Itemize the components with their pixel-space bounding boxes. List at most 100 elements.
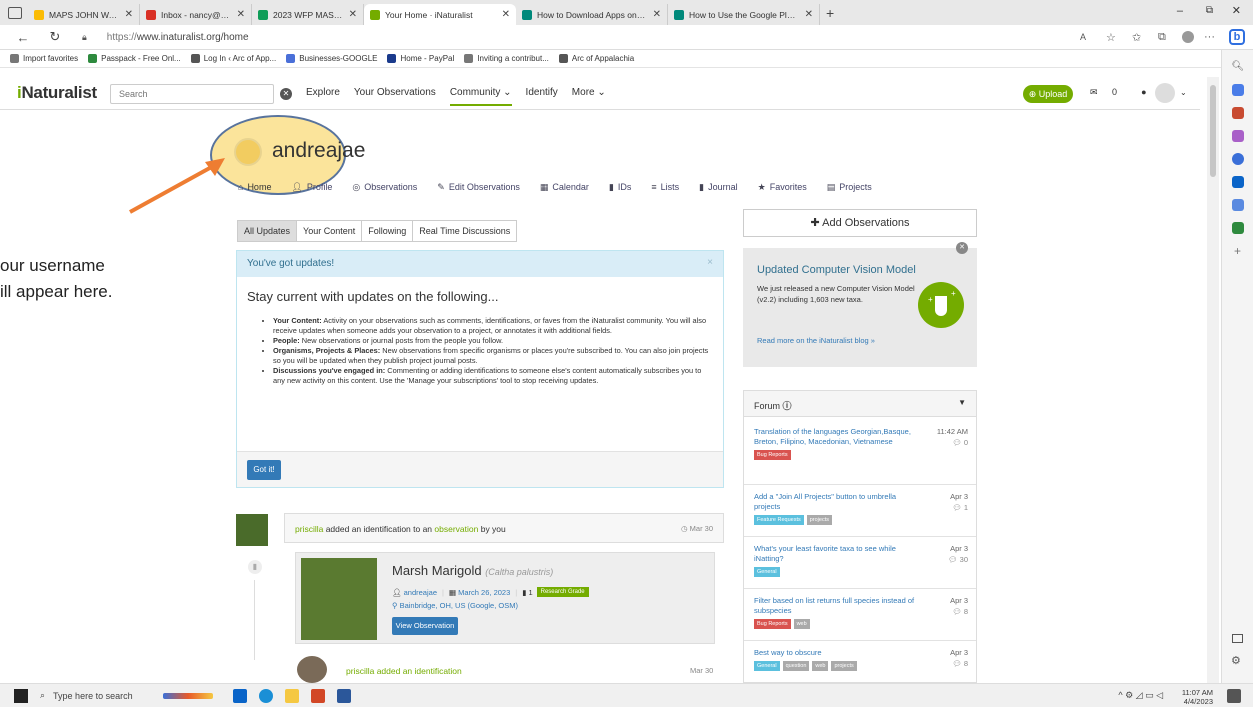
close-announcement-icon[interactable]: ✕ [956,242,968,254]
outlook-icon[interactable] [1231,176,1244,188]
windows-start-icon[interactable] [14,688,28,703]
observation-place[interactable]: ⚲ Bainbridge, OH, US (Google, OSM) [392,601,518,610]
forum-post-title[interactable]: Filter based on list returns full specie… [754,596,924,616]
tab-all-updates[interactable]: All Updates [237,220,298,242]
feed-item-2[interactable]: priscilla added an identification [346,666,462,676]
observation-thumbnail[interactable] [236,514,268,546]
observer-link[interactable]: andreajae [404,588,437,597]
observation-title[interactable]: Marsh Marigold (Caltha palustris) [392,563,553,578]
powerpoint-icon[interactable] [310,688,325,703]
forum-tag[interactable]: projects [831,661,857,671]
tree-icon[interactable] [1231,222,1244,234]
upload-button[interactable]: ⊕ Upload [1023,85,1073,103]
edge-app-icon[interactable] [258,688,273,703]
scrollbar-thumb[interactable] [1210,85,1216,177]
browser-tab[interactable]: How to Download Apps on Andr ✕ [516,4,668,25]
inaturalist-logo[interactable]: iNaturalist [17,83,97,103]
collections-icon[interactable]: ⧉ [1158,31,1166,44]
browser-tab[interactable]: How to Use the Google Play Sto✕ [668,4,820,25]
subnav-favorites[interactable]: ★ Favorites [758,182,807,193]
close-tab-icon[interactable]: ✕ [125,9,133,20]
caret-down-icon[interactable]: ▼ [958,398,966,407]
blog-link[interactable]: Read more on the iNaturalist blog » [757,336,875,345]
subnav-journal[interactable]: ▮ Journal [699,182,737,193]
messages-button[interactable]: ✉ 0 [1090,87,1129,98]
forum-tag[interactable]: Bug Reports [754,619,791,629]
tab-actions-icon[interactable] [8,6,22,19]
search-input[interactable] [110,84,274,104]
feed-user-link[interactable]: priscilla [295,524,323,534]
favorite-item[interactable]: Businesses-GOOGLE [286,54,377,63]
forum-tag[interactable]: Feature Requests [754,515,804,525]
favorite-item[interactable]: Passpack - Free Onl... [88,54,181,63]
close-tab-icon[interactable]: ✕ [237,9,245,20]
forum-tag[interactable]: projects [806,515,832,525]
circle-icon[interactable] [1231,153,1244,165]
forum-tag[interactable]: web [793,619,810,629]
settings-gear-icon[interactable]: ⚙ [1231,654,1241,667]
observation-photo[interactable] [301,558,377,640]
close-tab-icon[interactable]: ✕ [349,9,357,20]
nav-community[interactable]: Community ⌄ [449,87,512,106]
forum-tag[interactable]: web [812,661,829,671]
browser-tab[interactable]: Inbox - nancy@arcofappalachia.✕ [140,4,252,25]
file-explorer-icon[interactable] [284,688,299,703]
tag-icon[interactable] [1231,84,1244,96]
view-observation-button[interactable]: View Observation [392,617,458,635]
bing-icon[interactable]: b [1229,29,1245,45]
more-icon[interactable]: ··· [1204,31,1215,43]
subnav-home[interactable]: ⌂ Home [238,182,271,193]
favorite-item[interactable]: Inviting a contribut... [464,54,549,63]
browser-tab[interactable]: 2023 WFP MASTER PLANNING✕ [252,4,364,25]
tab-following[interactable]: Following [361,220,414,242]
favorite-star-icon[interactable]: ☆ [1106,31,1116,44]
split-screen-icon[interactable] [1232,634,1243,643]
system-tray[interactable]: ^ ⚙ ◿ ▭ ◁ [1118,690,1163,701]
subnav-lists[interactable]: ≡ Lists [651,182,679,193]
favorite-item[interactable]: Arc of Appalachia [558,54,634,63]
page-scrollbar[interactable] [1207,77,1219,683]
close-window-button[interactable]: ✕ [1232,4,1241,17]
subnav-profile[interactable]: 👤︎ Profile [291,182,332,193]
forum-tag[interactable]: General [754,567,780,577]
taskbar-search[interactable]: ⌕ Type here to search [40,690,133,701]
tab-real-time-discussions[interactable]: Real Time Discussions [412,220,518,242]
forum-post-title[interactable]: Add a "Join All Projects" button to umbr… [754,492,924,512]
forum-tag[interactable]: Bug Reports [754,450,791,460]
subnav-ids[interactable]: ▮ IDs [609,182,631,193]
favorite-item[interactable]: Log In ‹ Arc of App... [190,54,276,63]
search-icon[interactable]: 🔍︎ [1232,61,1245,73]
notification-icon[interactable] [1227,689,1241,703]
forum-post-title[interactable]: Best way to obscure [754,648,924,658]
browser-tab[interactable]: MAPS JOHN WALSH - Google D✕ [28,4,140,25]
subnav-calendar[interactable]: ▦ Calendar [540,182,589,193]
subnav-edit-observations[interactable]: ✎ Edit Observations [437,182,520,193]
forum-post-title[interactable]: Translation of the languages Georgian,Ba… [754,427,924,447]
close-tab-icon[interactable]: ✕ [502,9,510,20]
forum-tag[interactable]: question [782,661,810,671]
subnav-observations[interactable]: ◎ Observations [352,182,417,193]
bookmark-icon[interactable]: ▮ [248,560,262,574]
nav-more[interactable]: More ⌄ [572,87,606,106]
people-icon[interactable] [1231,130,1244,142]
profile-icon[interactable] [1182,31,1194,43]
favorites-icon[interactable]: ✩ [1132,31,1141,44]
read-aloud-icon[interactable]: A [1080,32,1086,42]
nav-explore[interactable]: Explore [306,87,340,106]
nav-identify[interactable]: Identify [526,87,558,106]
got-it-button[interactable]: Got it! [247,460,281,480]
word-icon[interactable] [336,688,351,703]
url-field[interactable]: https://www.inaturalist.org/home [107,32,249,43]
close-icon[interactable]: × [707,257,713,268]
browser-tab[interactable]: Your Home · iNaturalist ✕ [364,4,516,25]
nav-your-observations[interactable]: Your Observations [354,87,436,106]
clock[interactable]: 11:07 AM 4/4/2023 [1182,688,1213,706]
forum-header[interactable]: Forum ⓘ ▼ [744,391,976,417]
tab-your-content[interactable]: Your Content [296,220,363,242]
close-tab-icon[interactable]: ✕ [805,9,813,20]
outlook-app-icon[interactable] [232,688,247,703]
add-icon[interactable]: + [1232,245,1244,257]
favorite-item[interactable]: Home - PayPal [387,54,454,63]
clear-search-icon[interactable]: ✕ [280,88,292,100]
user-thumbnail[interactable] [297,656,327,683]
